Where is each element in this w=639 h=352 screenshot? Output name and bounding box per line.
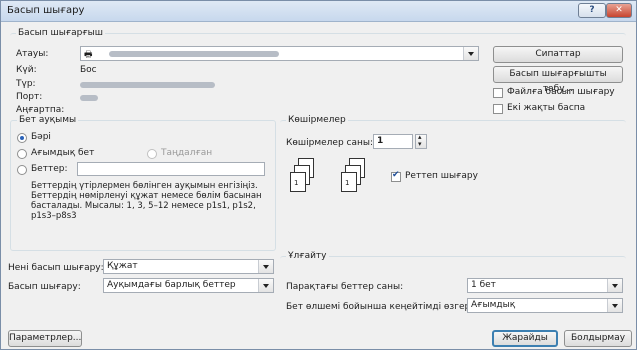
chevron-down-icon[interactable] [463, 47, 478, 60]
print-to-file-label: Файлға басып шығару [507, 87, 615, 97]
duplex-label: Екі жақты баспа [507, 103, 586, 113]
collate-checkbox[interactable] [391, 170, 401, 182]
zoom-title: Ұлғайту [286, 251, 329, 261]
pages-label: Беттер: [31, 164, 68, 174]
selection-label: Таңдалған [161, 148, 213, 158]
printer-type-label: Түр: [16, 79, 36, 89]
find-printer-button[interactable]: Басып шығарғышты табу... [493, 66, 623, 94]
printer-name-label: Атауы: [16, 49, 49, 59]
selection-radio [147, 149, 157, 159]
current-page-label: Ағымдық бет [31, 148, 95, 158]
chevron-down-icon[interactable] [258, 279, 273, 292]
page-range-title: Бет ауқымы [17, 115, 79, 125]
pages-input[interactable] [77, 162, 265, 176]
copies-count-label: Көшірмелер саны: [286, 138, 374, 148]
close-button[interactable]: ✕ [606, 3, 632, 18]
chevron-down-icon[interactable] [607, 299, 622, 312]
all-pages-label: Бәрі [31, 132, 51, 142]
duplex-checkbox[interactable] [493, 104, 503, 114]
printer-name-combo[interactable]: 🖶 [80, 46, 479, 61]
all-pages-radio[interactable] [17, 133, 27, 143]
chevron-down-icon[interactable] [258, 260, 273, 273]
print-what-label: Нені басып шығару: [8, 263, 104, 273]
help-button[interactable]: ? [578, 3, 606, 18]
copies-title: Көшірмелер [286, 115, 348, 125]
printer-icon: 🖶 [84, 50, 93, 60]
cancel-button[interactable]: Болдырмау [564, 330, 632, 347]
pages-help-text: Беттердің үтірлермен бөлінген ауқымын ен… [31, 181, 262, 221]
pages-per-sheet-label: Парақтағы беттер саны: [286, 282, 404, 292]
printer-status-value: Бос [80, 65, 97, 75]
print-label: Басып шығару: [8, 282, 81, 292]
scale-combo[interactable]: Ағымдық [467, 298, 623, 313]
ok-button[interactable]: Жарайды [492, 330, 558, 347]
printer-status-label: Күй: [16, 65, 37, 75]
scale-label: Бет өлшемі бойынша кеңейтімді өзгерту: [286, 302, 484, 312]
copies-count-input[interactable]: 1 [373, 134, 413, 149]
printer-port-label: Порт: [16, 92, 43, 102]
pages-radio[interactable] [17, 165, 27, 175]
window-title: Басып шығару [7, 5, 85, 16]
current-page-radio[interactable] [17, 149, 27, 159]
collate-label: Реттеп шығару [405, 171, 478, 181]
options-button[interactable]: Параметрлер... [8, 330, 82, 347]
properties-button[interactable]: Сипаттар [493, 46, 623, 63]
chevron-down-icon[interactable] [607, 279, 622, 292]
copies-spinner[interactable]: ▴ ▾ [415, 133, 427, 149]
print-dialog: Басып шығару ? ✕ Басып шығарғыш Атауы: 🖶… [0, 0, 637, 350]
print-combo[interactable]: Ауқымдағы барлық беттер [103, 278, 274, 293]
title-bar: Басып шығару ? ✕ [1, 1, 636, 22]
pages-per-sheet-combo[interactable]: 1 бет [467, 278, 623, 293]
printer-comment-label: Аңғартпа: [16, 105, 65, 115]
print-what-combo[interactable]: Құжат [103, 259, 274, 274]
printer-group-title: Басып шығарғыш [16, 28, 106, 38]
print-to-file-checkbox[interactable] [493, 88, 503, 98]
